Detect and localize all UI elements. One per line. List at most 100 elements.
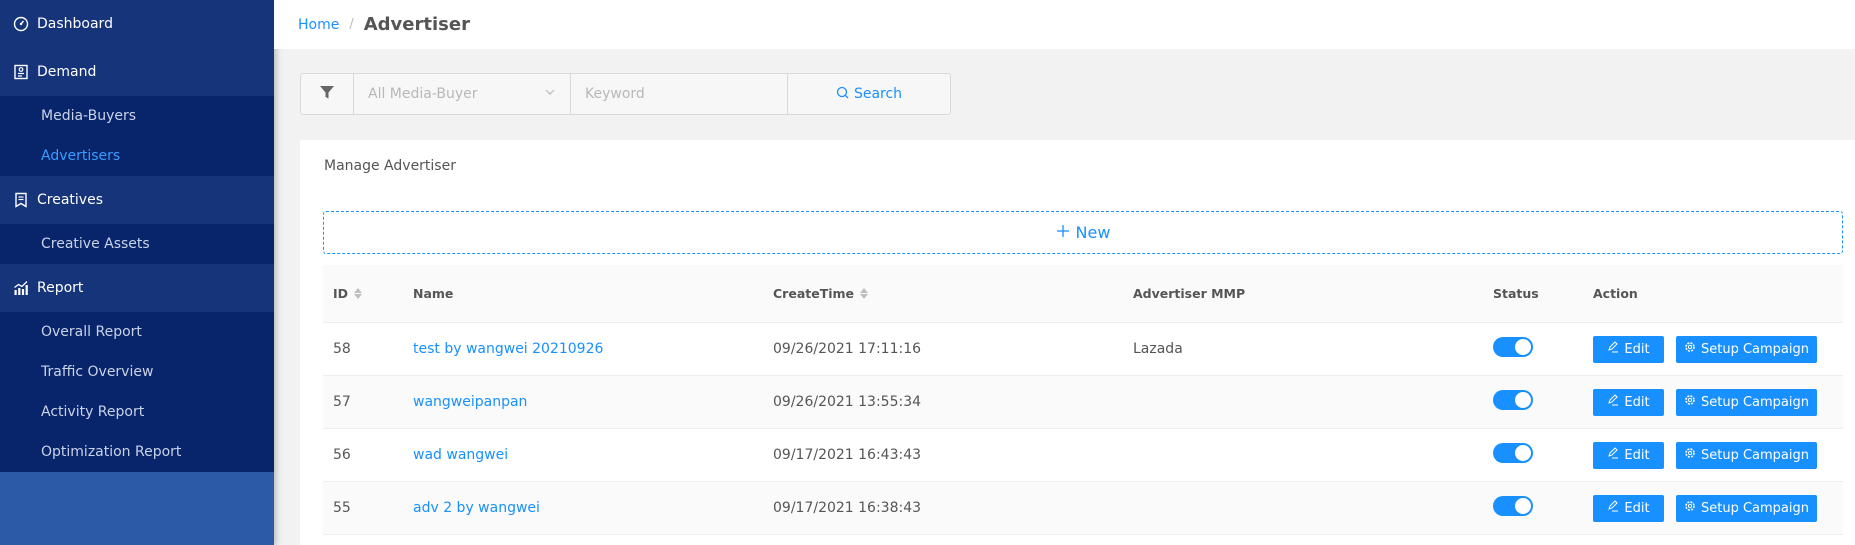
media-buyer-select-value: All Media-Buyer xyxy=(368,86,478,102)
demand-icon xyxy=(13,64,29,80)
edit-button[interactable]: Edit xyxy=(1593,494,1664,522)
sidebar-item-creative-assets[interactable]: Creative Assets xyxy=(0,224,274,264)
edit-icon xyxy=(1607,500,1619,516)
sidebar-group-demand[interactable]: Demand xyxy=(0,48,274,96)
gear-icon xyxy=(1684,341,1696,357)
page-title: Advertiser xyxy=(363,14,470,35)
column-header-status: Status xyxy=(1493,286,1539,301)
column-header-action: Action xyxy=(1593,286,1638,301)
cell-createtime: 09/26/2021 13:55:34 xyxy=(773,394,922,410)
status-toggle[interactable] xyxy=(1493,337,1533,357)
sidebar-item-media-buyers[interactable]: Media-Buyers xyxy=(0,96,274,136)
sidebar-item-advertisers[interactable]: Advertisers xyxy=(0,136,274,176)
column-header-label: CreateTime xyxy=(773,286,855,301)
plus-icon xyxy=(1056,223,1070,242)
edit-icon xyxy=(1607,394,1619,410)
new-button-label: New xyxy=(1075,223,1111,242)
table-row: 56 wad wangwei 09/17/2021 16:43:43 Edit … xyxy=(323,429,1843,482)
cell-createtime: 09/17/2021 16:43:43 xyxy=(773,447,922,463)
cell-id: 58 xyxy=(333,341,351,357)
table-header: ID Name CreateTime Advertiser MMP Status… xyxy=(323,265,1843,323)
sidebar-group-label: Report xyxy=(37,280,84,296)
chevron-down-icon xyxy=(544,86,556,102)
edit-button-label: Edit xyxy=(1624,447,1650,463)
dashboard-icon xyxy=(13,16,29,32)
sidebar-group-report[interactable]: Report xyxy=(0,264,274,312)
gear-icon xyxy=(1684,394,1696,410)
chart-icon xyxy=(13,280,29,296)
setup-campaign-button[interactable]: Setup Campaign xyxy=(1676,494,1817,522)
setup-campaign-label: Setup Campaign xyxy=(1701,500,1809,516)
column-header-id[interactable]: ID xyxy=(323,286,403,301)
sidebar-group-label: Creatives xyxy=(37,192,103,208)
sidebar: Dashboard Demand Media-Buyers Advertiser… xyxy=(0,0,274,545)
edit-button[interactable]: Edit xyxy=(1593,388,1664,416)
breadcrumb: Home / Advertiser xyxy=(298,14,470,35)
cell-name-link[interactable]: wad wangwei xyxy=(403,447,763,463)
breadcrumb-separator: / xyxy=(349,17,354,32)
setup-campaign-label: Setup Campaign xyxy=(1701,341,1809,357)
setup-campaign-button[interactable]: Setup Campaign xyxy=(1676,441,1817,469)
cell-id: 55 xyxy=(333,500,351,516)
cell-createtime: 09/17/2021 16:38:43 xyxy=(773,500,922,516)
gear-icon xyxy=(1684,500,1696,516)
table-body: 58 test by wangwei 20210926 09/26/2021 1… xyxy=(323,323,1843,535)
edit-button-label: Edit xyxy=(1624,394,1650,410)
table-row: 57 wangweipanpan 09/26/2021 13:55:34 Edi… xyxy=(323,376,1843,429)
setup-campaign-button[interactable]: Setup Campaign xyxy=(1676,335,1817,363)
sidebar-item-optimization-report[interactable]: Optimization Report xyxy=(0,432,274,472)
search-button-label: Search xyxy=(853,86,903,102)
filter-icon xyxy=(319,84,335,104)
status-toggle[interactable] xyxy=(1493,496,1533,516)
advertiser-card: Manage Advertiser New ID Name CreateTime… xyxy=(300,140,1855,545)
media-buyer-select[interactable]: All Media-Buyer xyxy=(354,74,571,114)
sidebar-group-label: Dashboard xyxy=(37,16,113,32)
sidebar-item-activity-report[interactable]: Activity Report xyxy=(0,392,274,432)
sidebar-group-dashboard[interactable]: Dashboard xyxy=(0,0,274,48)
status-toggle[interactable] xyxy=(1493,390,1533,410)
search-button[interactable]: Search xyxy=(788,74,950,114)
edit-button-label: Edit xyxy=(1624,341,1650,357)
search-icon xyxy=(836,86,849,103)
filter-button[interactable] xyxy=(301,74,354,114)
sidebar-item-overall-report[interactable]: Overall Report xyxy=(0,312,274,352)
sidebar-submenu-report: Overall Report Traffic Overview Activity… xyxy=(0,312,274,472)
card-title: Manage Advertiser xyxy=(324,158,456,174)
cell-id: 56 xyxy=(333,447,351,463)
setup-campaign-button[interactable]: Setup Campaign xyxy=(1676,388,1817,416)
keyword-input[interactable] xyxy=(585,86,773,102)
gear-icon xyxy=(1684,447,1696,463)
edit-icon xyxy=(1607,341,1619,357)
advertiser-table: ID Name CreateTime Advertiser MMP Status… xyxy=(323,265,1843,535)
status-toggle[interactable] xyxy=(1493,443,1533,463)
sort-icon xyxy=(354,288,363,299)
edit-icon xyxy=(1607,447,1619,463)
edit-button[interactable]: Edit xyxy=(1593,335,1664,363)
cell-id: 57 xyxy=(333,394,351,410)
column-header-mmp: Advertiser MMP xyxy=(1133,286,1246,301)
breadcrumb-home[interactable]: Home xyxy=(298,17,339,33)
edit-button[interactable]: Edit xyxy=(1593,441,1664,469)
new-advertiser-button[interactable]: New xyxy=(323,211,1843,254)
bookmark-icon xyxy=(13,192,29,208)
table-row: 55 adv 2 by wangwei 09/17/2021 16:38:43 … xyxy=(323,482,1843,535)
sidebar-group-label: Demand xyxy=(37,64,97,80)
cell-name-link[interactable]: wangweipanpan xyxy=(403,394,763,410)
cell-name-link[interactable]: adv 2 by wangwei xyxy=(403,500,763,516)
column-header-label: ID xyxy=(333,286,349,301)
sidebar-group-creatives[interactable]: Creatives xyxy=(0,176,274,224)
setup-campaign-label: Setup Campaign xyxy=(1701,394,1809,410)
cell-mmp: Lazada xyxy=(1133,341,1183,357)
sidebar-item-traffic-overview[interactable]: Traffic Overview xyxy=(0,352,274,392)
edit-button-label: Edit xyxy=(1624,500,1650,516)
sidebar-submenu-demand: Media-Buyers Advertisers xyxy=(0,96,274,176)
cell-name-link[interactable]: test by wangwei 20210926 xyxy=(403,341,763,357)
column-header-name: Name xyxy=(413,286,454,301)
header: Home / Advertiser xyxy=(274,0,1855,49)
setup-campaign-label: Setup Campaign xyxy=(1701,447,1809,463)
sort-icon xyxy=(860,288,869,299)
table-row: 58 test by wangwei 20210926 09/26/2021 1… xyxy=(323,323,1843,376)
column-header-createtime[interactable]: CreateTime xyxy=(763,286,1123,301)
keyword-field xyxy=(571,74,788,114)
filter-bar: All Media-Buyer Search xyxy=(300,73,951,115)
